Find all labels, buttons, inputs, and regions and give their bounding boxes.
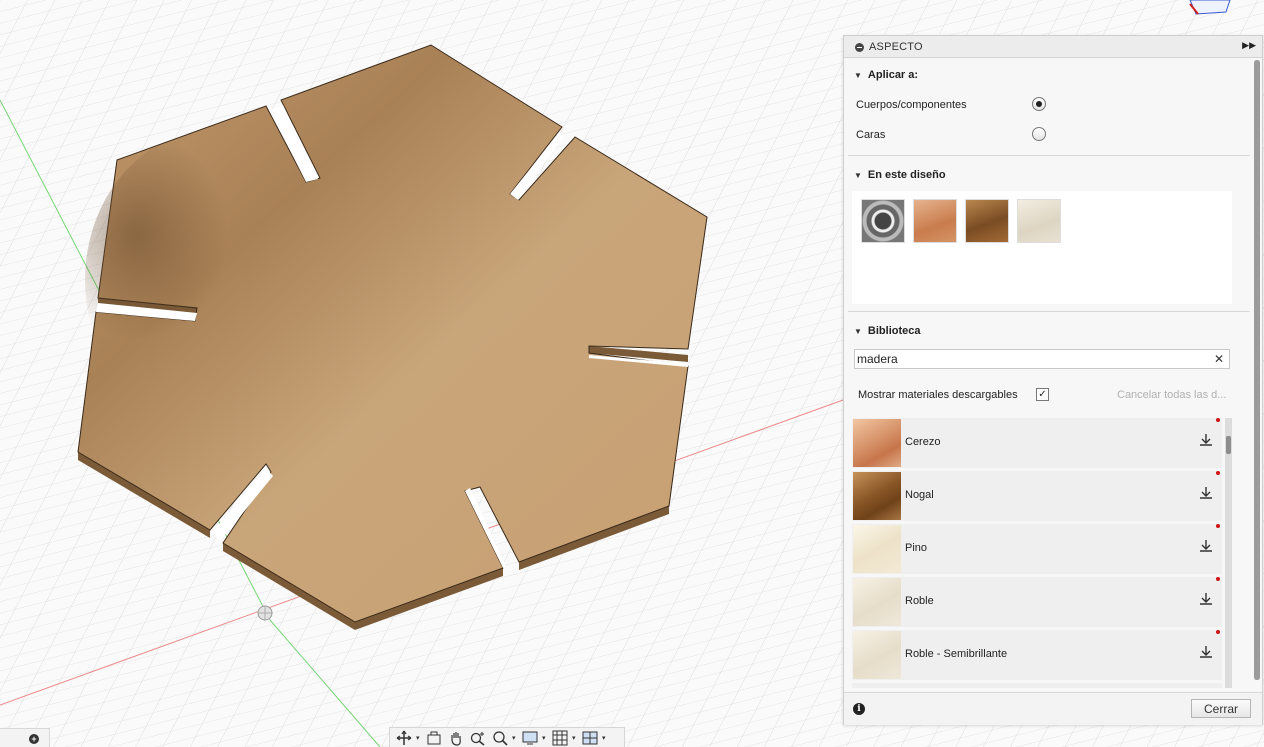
divider [848,311,1250,312]
cancel-all-downloads-link[interactable]: Cancelar todas las d... [1117,389,1226,401]
panel-footer: i Cerrar [844,692,1262,725]
list-item[interactable]: Cerezo [852,418,1222,468]
swatch-cherry[interactable] [913,199,957,243]
material-thumbnail [853,525,901,573]
appearance-panel: ASPECTO ▶▶ ▼ Aplicar a: Cuerpos/componen… [843,35,1263,725]
chevron-down-icon[interactable]: ▾ [512,734,518,742]
status-dot [1216,630,1220,634]
search-input[interactable] [855,350,1195,368]
triangle-down-icon: ▼ [854,70,862,80]
radio-bodies[interactable] [1032,97,1046,111]
section-apply-to-label: Aplicar a: [867,69,919,81]
list-item[interactable]: Pino [852,524,1222,574]
material-list: Cerezo Nogal Pino Roble Roble - Semibril… [852,418,1232,688]
panel-header: ASPECTO ▶▶ [844,36,1262,58]
navigation-toolbar: ▾ ▾ ▾ ▾ ▾ [389,727,625,747]
triangle-down-icon: ▼ [854,170,862,180]
status-dot [1216,418,1220,422]
section-apply-to[interactable]: ▼ Aplicar a: [854,69,918,81]
status-dot [1216,524,1220,528]
chevron-down-icon[interactable]: ▾ [572,734,578,742]
option-bodies-label: Cuerpos/componentes [856,99,967,111]
status-bar-left: + [0,728,50,747]
pan-icon[interactable] [446,729,466,747]
swatch-oak[interactable] [1017,199,1061,243]
library-search: ✕ [854,349,1230,369]
clear-search-icon[interactable]: ✕ [1214,352,1224,366]
divider [848,155,1250,156]
fit-icon[interactable] [490,729,510,747]
zoom-icon[interactable] [468,729,488,747]
close-button[interactable]: Cerrar [1191,699,1251,718]
panel-scrollbar[interactable] [1254,60,1260,680]
orbit-icon[interactable] [394,729,414,747]
download-icon[interactable] [1199,592,1213,609]
download-icon[interactable] [1199,486,1213,503]
show-downloadable-label: Mostrar materiales descargables [858,389,1018,401]
in-design-materials [852,191,1232,304]
material-thumbnail [853,472,901,520]
section-in-design-label: En este diseño [867,169,946,181]
expand-panel-icon[interactable]: ▶▶ [1242,40,1256,51]
section-in-design[interactable]: ▼ En este diseño [854,169,946,181]
section-library-label: Biblioteca [867,325,921,337]
material-name: Roble [905,595,934,607]
section-library[interactable]: ▼ Biblioteca [854,325,921,337]
viewcube-icon[interactable] [1186,0,1236,16]
info-icon[interactable]: i [853,703,865,715]
chevron-down-icon[interactable]: ▾ [542,734,548,742]
list-item[interactable]: Nogal [852,471,1222,521]
swatch-walnut[interactable] [965,199,1009,243]
material-name: Roble - Semibrillante [905,648,1008,660]
collapse-icon[interactable] [855,43,864,52]
radio-faces[interactable] [1032,127,1046,141]
list-item[interactable] [852,683,1222,688]
display-settings-icon[interactable] [520,729,540,747]
material-thumbnail [853,631,901,679]
material-list-scrollbar[interactable] [1225,418,1232,688]
triangle-down-icon: ▼ [854,326,862,336]
show-downloadable-checkbox[interactable]: ✓ [1036,388,1049,401]
list-item[interactable]: Roble - Semibrillante [852,630,1222,680]
material-name: Nogal [905,489,934,501]
add-icon[interactable]: + [29,734,39,744]
option-faces-label: Caras [856,129,886,141]
list-item[interactable]: Roble [852,577,1222,627]
swatch-chrome[interactable] [861,199,905,243]
material-thumbnail [853,419,901,467]
material-name: Pino [905,542,928,554]
download-icon[interactable] [1199,433,1213,450]
material-thumbnail [853,578,901,626]
status-dot [1216,577,1220,581]
status-dot [1216,471,1220,475]
download-icon[interactable] [1199,539,1213,556]
material-name: Cerezo [905,436,941,448]
look-at-icon[interactable] [424,729,444,747]
viewports-icon[interactable] [580,729,600,747]
chevron-down-icon[interactable]: ▾ [416,734,422,742]
download-icon[interactable] [1199,645,1213,662]
panel-title: ASPECTO [869,41,923,53]
chevron-down-icon[interactable]: ▾ [602,734,608,742]
grid-settings-icon[interactable] [550,729,570,747]
